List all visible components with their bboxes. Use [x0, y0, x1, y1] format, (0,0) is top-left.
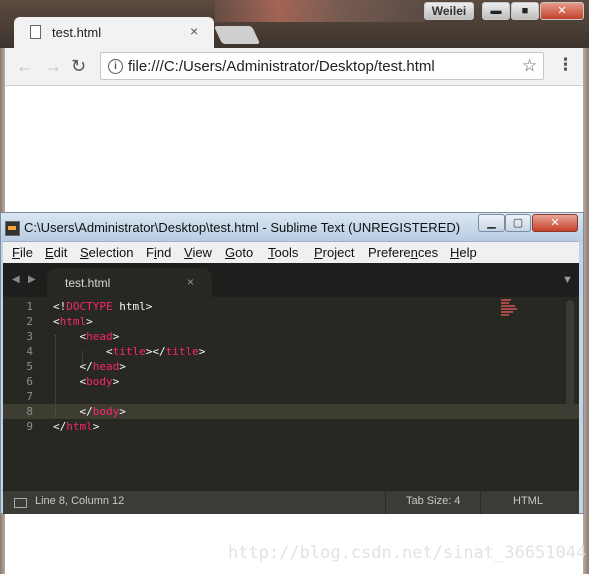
sublime-app-icon	[5, 221, 20, 236]
line-number: 8	[26, 405, 33, 418]
tab-nav-right-icon[interactable]: ▶	[28, 274, 36, 285]
back-arrow-icon[interactable]: ←	[16, 56, 34, 77]
indent-guide	[82, 350, 83, 365]
menu-item-file[interactable]: File	[12, 245, 33, 260]
close-window-button[interactable]: ✕	[540, 2, 584, 20]
scrollbar[interactable]	[566, 300, 574, 412]
address-bar[interactable]: i file:///C:/Users/Administrator/Desktop…	[100, 52, 544, 80]
code-text: <body>	[53, 375, 120, 388]
menu-item-preferences[interactable]: Preferences	[368, 245, 438, 260]
status-divider	[480, 491, 481, 514]
code-line[interactable]: 1 <!DOCTYPE html>	[3, 299, 579, 314]
code-line[interactable]: 3 <head>	[3, 329, 579, 344]
line-number: 9	[26, 420, 33, 433]
blurred-background-tabs	[215, 0, 425, 22]
url-text[interactable]: file:///C:/Users/Administrator/Desktop/t…	[128, 58, 435, 75]
editor-tab-title: test.html	[65, 276, 111, 290]
sublime-titlebar: C:\Users\Administrator\Desktop\test.html…	[1, 213, 583, 241]
close-icon[interactable]: ×	[187, 275, 194, 289]
minimize-button[interactable]: ▬	[482, 2, 510, 20]
menu-item-help[interactable]: Help	[450, 245, 477, 260]
menu-item-view[interactable]: View	[184, 245, 212, 260]
sublime-window: C:\Users\Administrator\Desktop\test.html…	[0, 212, 584, 514]
indent-guide	[55, 335, 56, 417]
sublime-window-title: C:\Users\Administrator\Desktop\test.html…	[24, 220, 461, 235]
panel-toggle-icon[interactable]	[14, 498, 27, 508]
code-text: <html>	[53, 315, 93, 328]
code-line[interactable]: 9 </html>	[3, 419, 579, 434]
reload-icon[interactable]: ↻	[71, 56, 86, 77]
forward-arrow-icon[interactable]: →	[44, 56, 62, 77]
tab-dropdown-icon[interactable]: ▼	[562, 274, 573, 286]
menu-bar: File Edit Selection Find View Goto Tools Projec…	[3, 241, 579, 264]
browser-menu-icon[interactable]: ⋮	[557, 55, 574, 75]
browser-tab-title: test.html	[52, 25, 102, 40]
code-line[interactable]: 6 <body>	[3, 374, 579, 389]
code-text: </html>	[53, 420, 100, 433]
line-number: 7	[26, 390, 33, 403]
code-line[interactable]: 5 </head>	[3, 359, 579, 374]
page-icon	[30, 25, 41, 39]
bookmark-star-icon[interactable]: ☆	[522, 56, 537, 76]
code-text: <!DOCTYPE html>	[53, 300, 153, 313]
code-text: <head>	[53, 330, 120, 343]
line-number: 1	[26, 300, 33, 313]
watermark: http://blog.csdn.net/sinat_36651044	[228, 543, 587, 563]
menu-item-find[interactable]: Find	[146, 245, 171, 260]
close-window-button[interactable]: ✕	[532, 214, 578, 232]
browser-titlebar: test.html × Weilei ▬ ■ ✕	[0, 0, 589, 48]
code-line[interactable]: 2 <html>	[3, 314, 579, 329]
editor-tab-bar: ◀ ▶ test.html × ▼	[3, 263, 579, 297]
menu-item-selection[interactable]: Selection	[80, 245, 133, 260]
status-bar: Line 8, Column 12 Tab Size: 4 HTML	[3, 490, 579, 514]
tab-nav-left-icon[interactable]: ◀	[12, 274, 20, 285]
code-text: </head>	[53, 360, 126, 373]
syntax-indicator[interactable]: HTML	[513, 495, 543, 507]
new-tab-button[interactable]	[213, 26, 261, 44]
line-number: 2	[26, 315, 33, 328]
maximize-button[interactable]: ■	[511, 2, 539, 20]
status-divider	[385, 491, 386, 514]
menu-item-goto[interactable]: Goto	[225, 245, 253, 260]
browser-toolbar: ← → ↻ i file:///C:/Users/Administrator/D…	[0, 48, 589, 86]
profile-button[interactable]: Weilei	[424, 2, 474, 20]
code-text: </body>	[53, 405, 126, 418]
maximize-button[interactable]: ▢	[505, 214, 531, 232]
cursor-position: Line 8, Column 12	[35, 495, 125, 507]
code-line-current[interactable]: 8 </body>	[3, 404, 579, 419]
close-icon[interactable]: ×	[190, 23, 198, 39]
line-number: 4	[26, 345, 33, 358]
minimize-button[interactable]: ▁	[478, 214, 505, 232]
editor-tab-active[interactable]: test.html ×	[47, 268, 212, 297]
menu-item-edit[interactable]: Edit	[45, 245, 67, 260]
tab-size-indicator[interactable]: Tab Size: 4	[406, 495, 460, 507]
minimap[interactable]	[501, 299, 523, 317]
code-line[interactable]: 7	[3, 389, 579, 404]
line-number: 6	[26, 375, 33, 388]
line-number: 3	[26, 330, 33, 343]
info-icon[interactable]: i	[108, 59, 123, 74]
line-number: 5	[26, 360, 33, 373]
menu-item-project[interactable]: Project	[314, 245, 354, 260]
menu-item-tools[interactable]: Tools	[268, 245, 298, 260]
code-text: <title></title>	[53, 345, 206, 358]
code-editor[interactable]: 9 </html> 8 </body> 7 6 <body> 5 </head> 4 <ti…	[3, 297, 579, 490]
browser-tab-active[interactable]: test.html ×	[14, 17, 214, 48]
code-line[interactable]: 4 <title></title>	[3, 344, 579, 359]
